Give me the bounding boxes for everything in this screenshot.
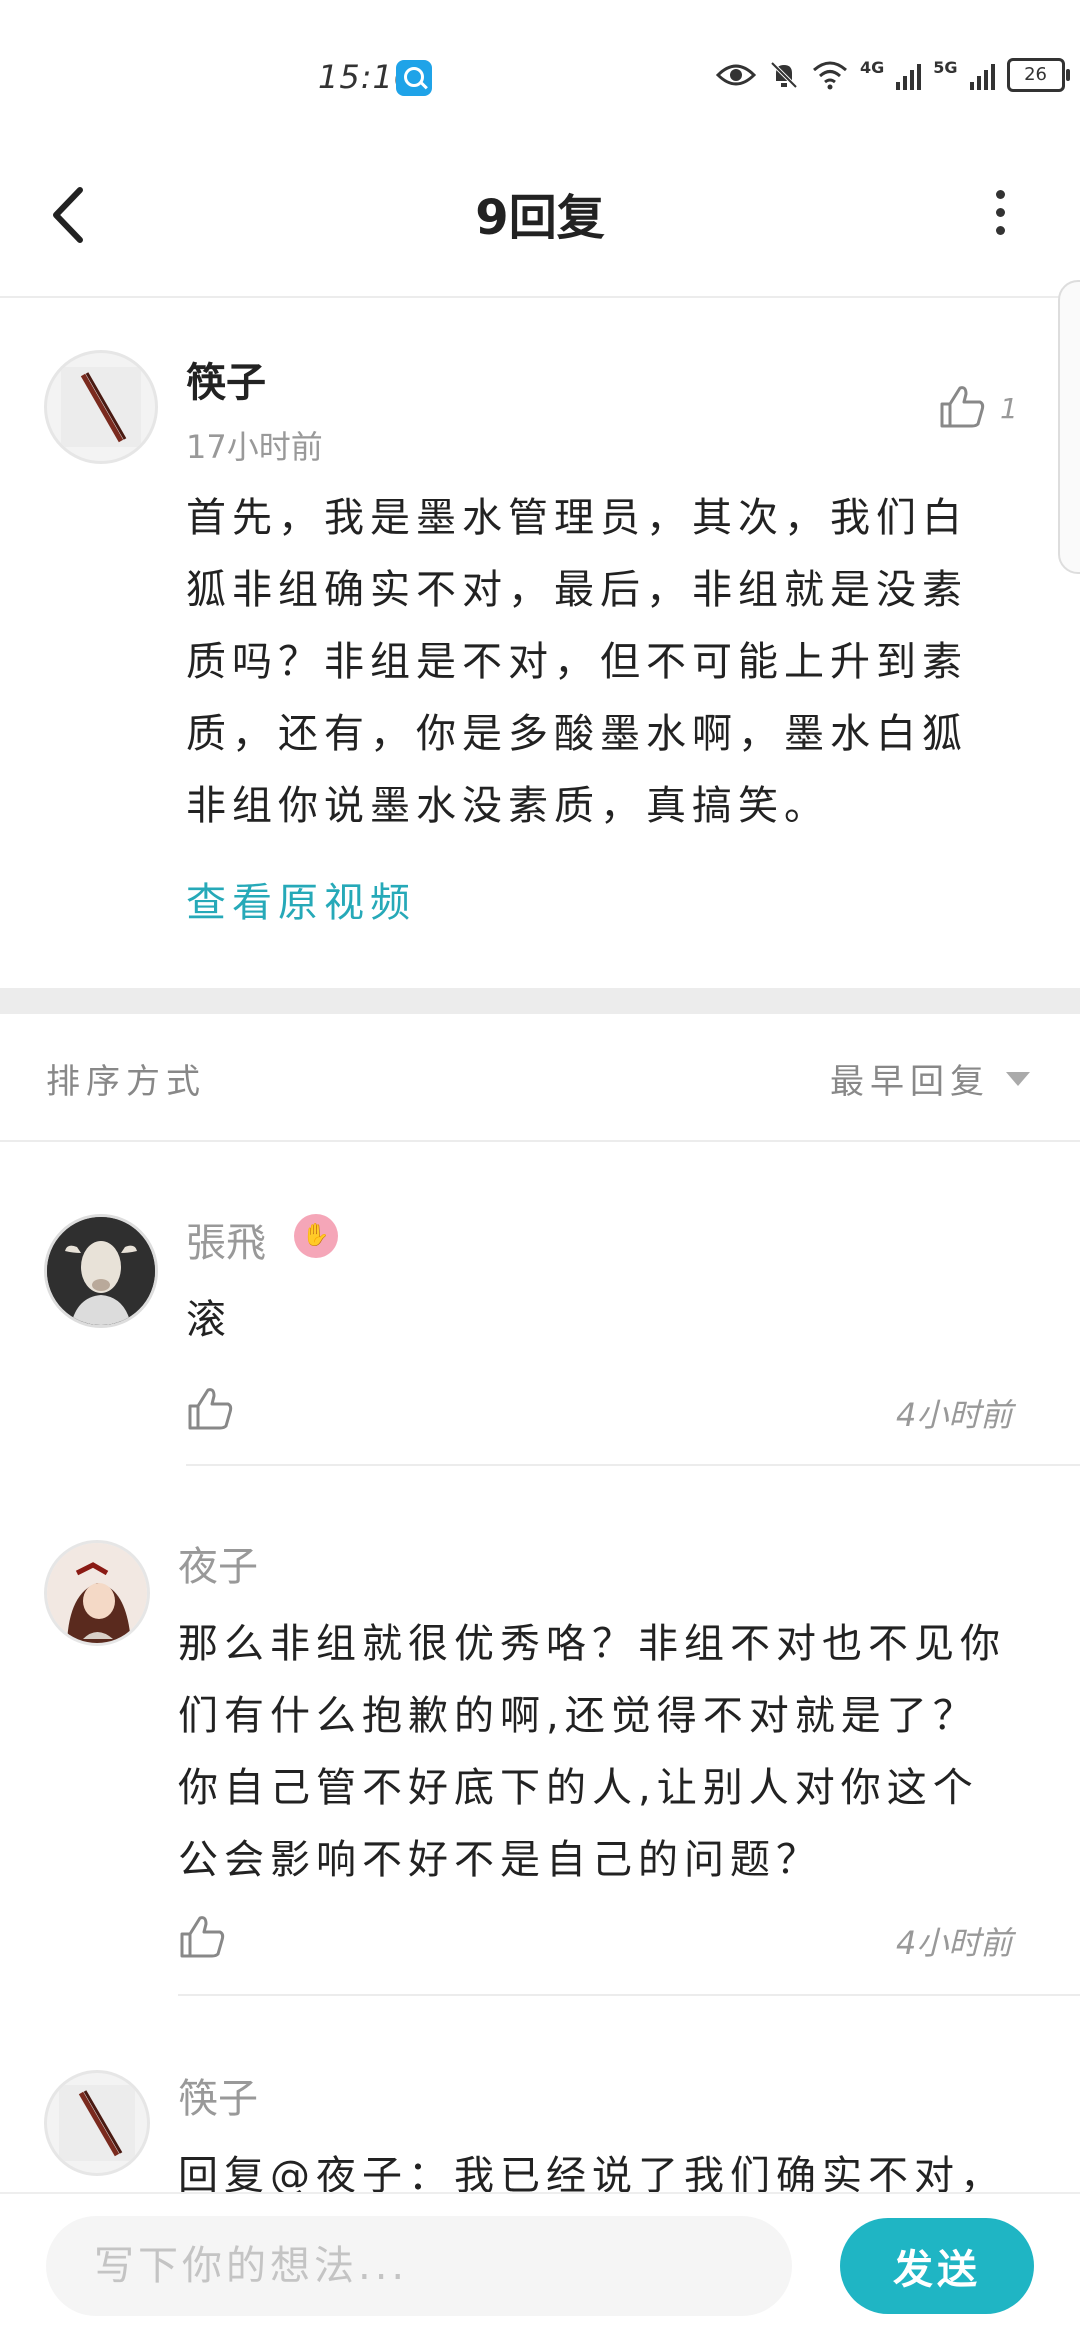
- network-4g-label: 4G: [860, 58, 885, 77]
- comment-input[interactable]: [46, 2216, 792, 2316]
- thumbs-up-icon[interactable]: [938, 384, 986, 430]
- signal-5g-icon: [969, 60, 995, 90]
- network-5g-label: 5G: [933, 58, 958, 77]
- reply-timestamp: 4小时前: [896, 1396, 1013, 1434]
- chevron-down-icon[interactable]: [1006, 1072, 1030, 1086]
- reply-body: 那么非组就很优秀咯？非组不对也不见你们有什么抱歉的啊,还觉得不对就是了？你自己管…: [178, 1621, 1006, 1883]
- like-count: 1: [1000, 392, 1018, 425]
- more-options-icon[interactable]: [980, 190, 1020, 240]
- reply-body: 回复@夜子：我已经说了我们确实不对，: [178, 2153, 1006, 2196]
- section-divider: [0, 988, 1080, 1014]
- status-icons: 4G 5G 26: [716, 58, 1070, 92]
- search-app-icon: [396, 60, 432, 96]
- view-original-video-link[interactable]: 查看原视频: [186, 870, 416, 928]
- edge-panel-handle[interactable]: [1058, 280, 1080, 574]
- reply-author[interactable]: 夜子: [178, 1534, 258, 1592]
- reply-author[interactable]: 筷子: [178, 2066, 258, 2124]
- battery-icon: 26: [1006, 58, 1070, 92]
- signal-4g-icon: [896, 60, 922, 90]
- sort-divider: [0, 1140, 1080, 1142]
- avatar[interactable]: [44, 350, 158, 464]
- reply-author[interactable]: 張飛: [186, 1210, 266, 1268]
- thumbs-up-icon[interactable]: [178, 1914, 226, 1960]
- sort-dropdown[interactable]: 最早回复: [830, 1054, 990, 1103]
- wifi-icon: [813, 61, 847, 90]
- avatar[interactable]: [44, 2070, 150, 2176]
- thumbs-up-icon[interactable]: [186, 1386, 234, 1432]
- comment-body: 首先，我是墨水管理员，其次，我们白狐非组确实不对，最后，非组就是没素质吗？非组是…: [186, 495, 968, 829]
- sort-label: 排序方式: [46, 1062, 206, 1102]
- avatar[interactable]: [44, 1540, 150, 1646]
- reply-body: 滚: [186, 1297, 232, 1343]
- mute-bell-icon: [770, 61, 798, 89]
- comment-timestamp: 17小时前: [186, 428, 323, 466]
- eye-icon: [716, 64, 756, 86]
- avatar[interactable]: [44, 1214, 158, 1328]
- comment-author[interactable]: 筷子: [186, 350, 266, 408]
- page-title: 9回复: [475, 190, 605, 246]
- reply-divider: [178, 1994, 1080, 1996]
- header-divider: [0, 296, 1080, 298]
- send-button[interactable]: 发送: [840, 2218, 1034, 2314]
- reply-divider: [186, 1464, 1080, 1466]
- user-badge-icon: ✋: [294, 1214, 338, 1258]
- reply-timestamp: 4小时前: [896, 1924, 1013, 1962]
